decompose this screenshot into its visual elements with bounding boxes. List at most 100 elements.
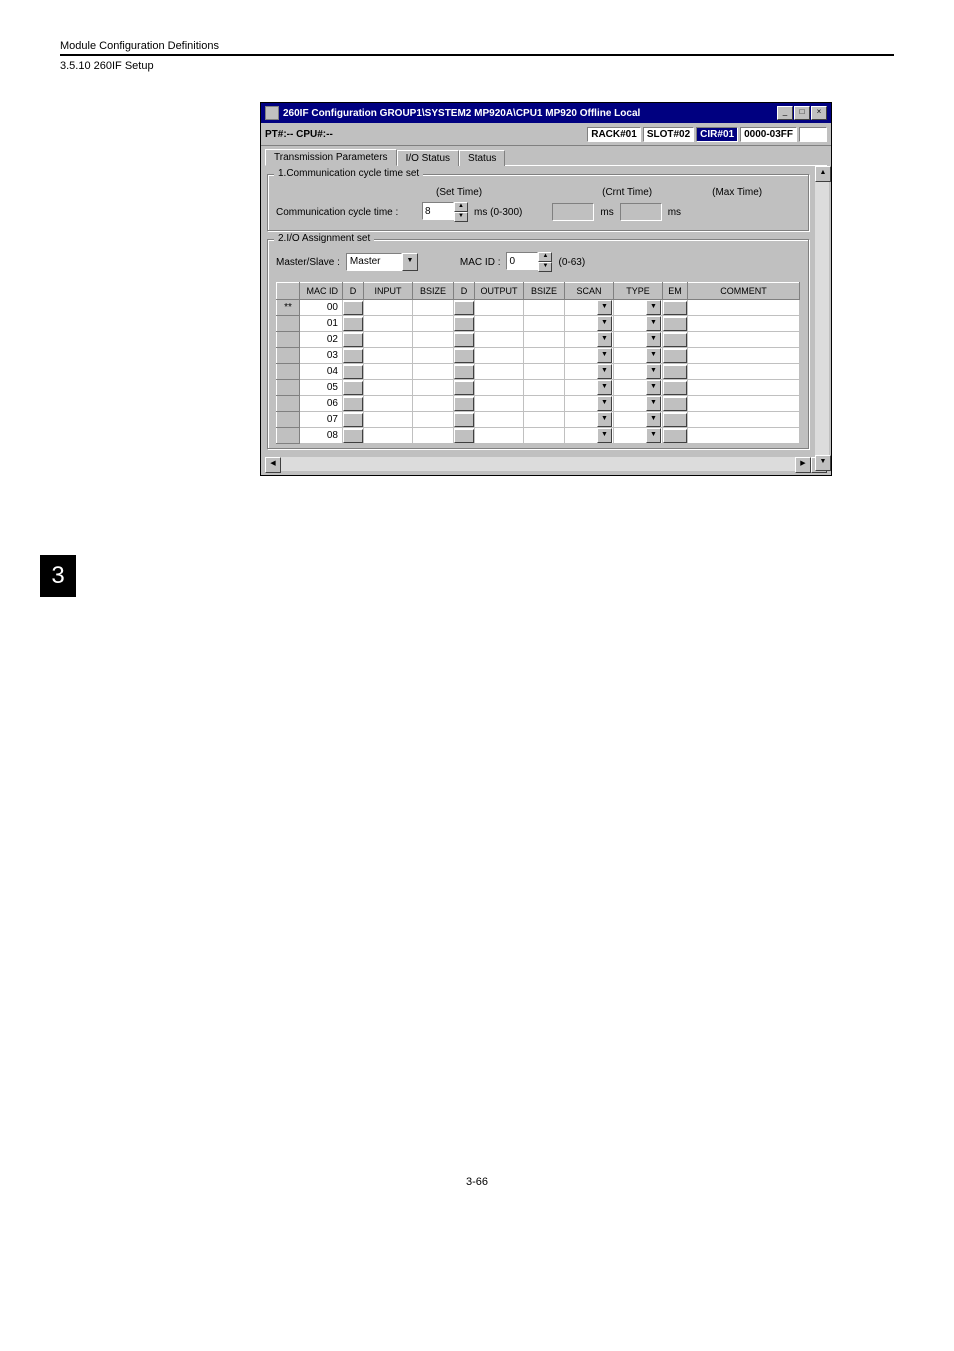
cell-bsize2[interactable]	[524, 332, 565, 348]
cell-comment[interactable]	[688, 332, 800, 348]
cell-d1[interactable]	[343, 412, 364, 428]
cell-scan[interactable]: ▼	[565, 300, 614, 316]
cell-d1[interactable]	[343, 396, 364, 412]
cell-d1[interactable]	[343, 380, 364, 396]
minimize-button[interactable]: _	[777, 106, 793, 120]
cell-type[interactable]: ▼	[614, 412, 663, 428]
cell-output[interactable]	[475, 348, 524, 364]
spin-up-icon[interactable]: ▲	[538, 252, 552, 262]
cell-d2[interactable]	[454, 316, 475, 332]
cell-type[interactable]: ▼	[614, 364, 663, 380]
row-selector[interactable]	[277, 396, 300, 412]
cell-input[interactable]	[364, 364, 413, 380]
chevron-down-icon[interactable]: ▼	[597, 428, 612, 443]
cell-input[interactable]	[364, 316, 413, 332]
cell-d2[interactable]	[454, 348, 475, 364]
cell-comment[interactable]	[688, 316, 800, 332]
cell-input[interactable]	[364, 332, 413, 348]
cell-output[interactable]	[475, 396, 524, 412]
cell-type[interactable]: ▼	[614, 332, 663, 348]
chevron-down-icon[interactable]: ▼	[646, 316, 661, 331]
chevron-down-icon[interactable]: ▼	[597, 300, 612, 315]
cell-scan[interactable]: ▼	[565, 332, 614, 348]
macid-value[interactable]	[506, 252, 538, 270]
cell-d1[interactable]	[343, 348, 364, 364]
cell-em[interactable]	[663, 316, 688, 332]
scroll-up-icon[interactable]: ▲	[815, 166, 831, 182]
cell-type[interactable]: ▼	[614, 396, 663, 412]
chevron-down-icon[interactable]: ▼	[646, 348, 661, 363]
horizontal-scrollbar[interactable]: ◀ ▶	[265, 457, 827, 471]
cell-d1[interactable]	[343, 364, 364, 380]
cell-em[interactable]	[663, 428, 688, 444]
cell-type[interactable]: ▼	[614, 380, 663, 396]
chevron-down-icon[interactable]: ▼	[597, 396, 612, 411]
cell-bsize1[interactable]	[413, 412, 454, 428]
cell-d1[interactable]	[343, 428, 364, 444]
cell-d2[interactable]	[454, 364, 475, 380]
cell-d2[interactable]	[454, 396, 475, 412]
cell-scan[interactable]: ▼	[565, 428, 614, 444]
cell-scan[interactable]: ▼	[565, 412, 614, 428]
cell-scan[interactable]: ▼	[565, 396, 614, 412]
cell-output[interactable]	[475, 300, 524, 316]
row-selector[interactable]: **	[277, 300, 300, 316]
chevron-down-icon[interactable]: ▼	[597, 332, 612, 347]
cell-comment[interactable]	[688, 364, 800, 380]
cell-input[interactable]	[364, 348, 413, 364]
master-slave-select[interactable]: Master ▼	[346, 253, 418, 271]
cell-bsize2[interactable]	[524, 316, 565, 332]
chevron-down-icon[interactable]: ▼	[646, 428, 661, 443]
cell-bsize1[interactable]	[413, 364, 454, 380]
cell-d2[interactable]	[454, 300, 475, 316]
cell-em[interactable]	[663, 364, 688, 380]
cell-em[interactable]	[663, 396, 688, 412]
cell-d1[interactable]	[343, 300, 364, 316]
chevron-down-icon[interactable]: ▼	[597, 348, 612, 363]
cell-output[interactable]	[475, 332, 524, 348]
tab-status[interactable]: Status	[459, 150, 505, 166]
cell-em[interactable]	[663, 332, 688, 348]
cell-bsize2[interactable]	[524, 396, 565, 412]
chevron-down-icon[interactable]: ▼	[646, 332, 661, 347]
vertical-scrollbar[interactable]: ▲ ▼	[815, 166, 829, 471]
cell-d1[interactable]	[343, 332, 364, 348]
cell-scan[interactable]: ▼	[565, 380, 614, 396]
cell-output[interactable]	[475, 412, 524, 428]
cell-type[interactable]: ▼	[614, 300, 663, 316]
cell-type[interactable]: ▼	[614, 348, 663, 364]
row-selector[interactable]	[277, 412, 300, 428]
cell-comment[interactable]	[688, 396, 800, 412]
spin-down-icon[interactable]: ▼	[538, 262, 552, 272]
cell-output[interactable]	[475, 316, 524, 332]
cell-d2[interactable]	[454, 380, 475, 396]
cell-type[interactable]: ▼	[614, 428, 663, 444]
cell-comment[interactable]	[688, 412, 800, 428]
cell-bsize1[interactable]	[413, 332, 454, 348]
cell-bsize2[interactable]	[524, 412, 565, 428]
cell-comment[interactable]	[688, 380, 800, 396]
chevron-down-icon[interactable]: ▼	[597, 316, 612, 331]
cell-d1[interactable]	[343, 316, 364, 332]
close-button[interactable]: ×	[811, 106, 827, 120]
cell-input[interactable]	[364, 396, 413, 412]
scroll-left-icon[interactable]: ◀	[265, 457, 281, 473]
cell-bsize1[interactable]	[413, 428, 454, 444]
cell-bsize2[interactable]	[524, 348, 565, 364]
scroll-down-icon[interactable]: ▼	[815, 455, 831, 471]
macid-input[interactable]: ▲ ▼	[506, 252, 552, 272]
chevron-down-icon[interactable]: ▼	[597, 380, 612, 395]
row-selector[interactable]	[277, 428, 300, 444]
cell-bsize1[interactable]	[413, 316, 454, 332]
cell-comment[interactable]	[688, 348, 800, 364]
cell-output[interactable]	[475, 364, 524, 380]
spin-down-icon[interactable]: ▼	[454, 212, 468, 222]
cell-bsize2[interactable]	[524, 428, 565, 444]
tab-transmission-parameters[interactable]: Transmission Parameters	[265, 149, 397, 166]
cell-d2[interactable]	[454, 332, 475, 348]
cell-em[interactable]	[663, 300, 688, 316]
set-time-value[interactable]	[422, 202, 454, 220]
maximize-button[interactable]: □	[794, 106, 810, 120]
row-selector[interactable]	[277, 348, 300, 364]
spin-up-icon[interactable]: ▲	[454, 202, 468, 212]
